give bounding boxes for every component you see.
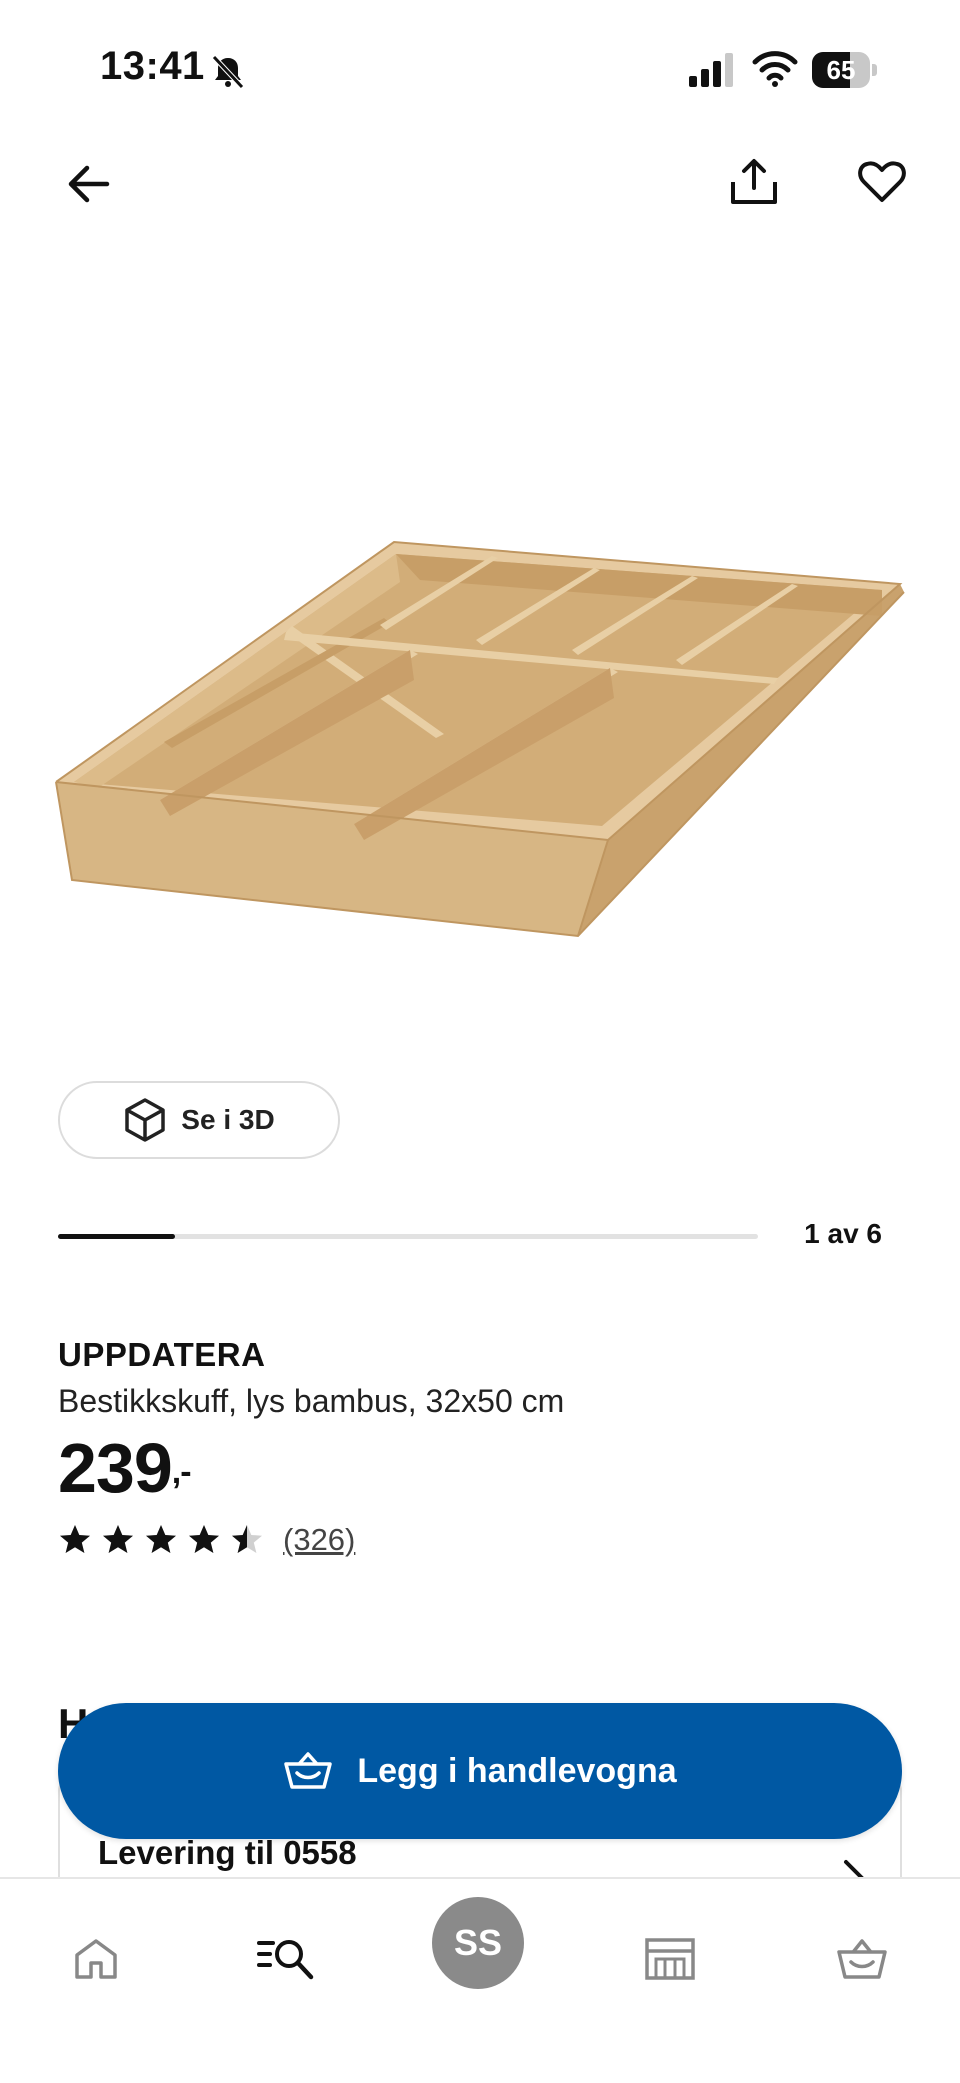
nav-profile-avatar[interactable]: SS <box>432 1897 524 1989</box>
rating-stars <box>58 1523 273 1557</box>
status-time: 13:41 <box>100 44 205 88</box>
search-list-icon <box>257 1940 314 1980</box>
bell-muted-icon <box>212 55 244 89</box>
heart-icon <box>858 161 906 202</box>
wifi-icon <box>752 51 798 87</box>
star-icon <box>189 1525 219 1553</box>
price-suffix: ,- <box>171 1453 192 1491</box>
back-button[interactable] <box>52 148 124 220</box>
star-icon <box>103 1525 133 1553</box>
battery-icon: 65 <box>812 52 878 88</box>
star-icon <box>232 1525 262 1553</box>
price-value: 239 <box>58 1429 173 1507</box>
gallery-progress-fill <box>58 1234 175 1239</box>
product-description: Bestikkskuff, lys bambus, 32x50 cm <box>58 1383 565 1419</box>
share-button[interactable] <box>718 146 790 218</box>
basket-icon <box>837 1939 887 1979</box>
review-count-link[interactable]: (326) <box>283 1522 355 1558</box>
signal-icon <box>689 53 733 87</box>
nav-store[interactable] <box>630 1919 710 1999</box>
product-image[interactable] <box>40 520 920 950</box>
star-icon <box>146 1525 176 1553</box>
view-3d-button[interactable]: Se i 3D <box>58 1081 340 1159</box>
add-to-cart-label: Legg i handlevogna <box>357 1751 677 1790</box>
basket-icon <box>284 1752 333 1789</box>
product-name[interactable]: UPPDATERA <box>58 1336 265 1374</box>
add-to-cart-button[interactable]: Legg i handlevogna <box>58 1703 902 1839</box>
battery-level: 65 <box>826 55 856 85</box>
home-icon <box>75 1939 117 1979</box>
nav-basket[interactable] <box>822 1919 902 1999</box>
rating[interactable]: (326) <box>58 1522 355 1558</box>
favorite-button[interactable] <box>846 146 918 218</box>
store-icon <box>645 1938 695 1980</box>
bottom-nav: SS <box>0 1877 960 2083</box>
star-icon <box>60 1525 90 1553</box>
delivery-label[interactable]: Levering til 0558 <box>98 1834 357 1872</box>
gallery-progress <box>58 1234 758 1239</box>
arrow-left-icon <box>68 165 110 203</box>
nav-home[interactable] <box>56 1919 136 1999</box>
view-3d-label: Se i 3D <box>181 1104 275 1135</box>
nav-search[interactable] <box>246 1919 326 1999</box>
share-icon <box>731 159 777 204</box>
gallery-counter: 1 av 6 <box>804 1218 882 1249</box>
cube-icon <box>125 1098 166 1142</box>
product-price: 239,- <box>58 1428 192 1508</box>
